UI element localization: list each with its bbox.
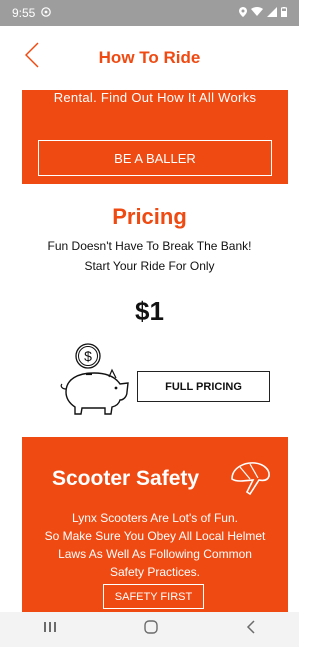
home-icon[interactable]	[143, 619, 159, 640]
back-icon[interactable]	[246, 619, 256, 640]
safety-line: Laws As Well As Following Common	[58, 547, 252, 561]
system-nav-bar	[0, 612, 299, 647]
content-scroll[interactable]: Rental. Find Out How It All Works BE A B…	[0, 90, 299, 612]
piggy-bank-icon: $	[56, 342, 134, 418]
page-title: How To Ride	[98, 48, 201, 67]
wifi-icon	[251, 6, 263, 20]
pricing-subtitle: Fun Doesn't Have To Break The Bank! Star…	[0, 236, 299, 276]
recents-icon[interactable]	[43, 620, 57, 639]
be-a-baller-button[interactable]: BE A BALLER	[38, 140, 272, 176]
full-pricing-button[interactable]: FULL PRICING	[137, 371, 270, 402]
rental-text: Rental. Find Out How It All Works	[53, 90, 257, 105]
safety-text: Lynx Scooters Are Lot's of Fun. So Make …	[22, 509, 288, 581]
price-value: $1	[135, 296, 164, 326]
helmet-icon	[228, 459, 272, 496]
status-bar: 9:55	[0, 0, 299, 26]
status-time: 9:55	[12, 6, 36, 20]
battery-icon	[281, 6, 287, 20]
status-right	[239, 6, 287, 20]
safety-line: Safety Practices.	[109, 565, 201, 579]
pricing-line-2: Start Your Ride For Only	[84, 259, 215, 273]
status-left: 9:55	[12, 6, 52, 20]
pricing-line-1: Fun Doesn't Have To Break The Bank!	[47, 239, 252, 253]
svg-text:$: $	[84, 348, 92, 364]
notification-icon	[41, 6, 52, 20]
app-header: How To Ride	[0, 26, 299, 90]
safety-section: Scooter Safety Lynx Scooters Are Lot's o…	[22, 437, 288, 612]
safety-line: So Make Sure You Obey All Local Helmet	[44, 529, 266, 543]
chevron-left-icon	[24, 41, 39, 75]
safety-line: Lynx Scooters Are Lot's of Fun.	[72, 511, 238, 525]
location-icon	[239, 6, 247, 20]
rental-section: Rental. Find Out How It All Works BE A B…	[22, 90, 288, 184]
safety-first-button[interactable]: SAFETY FIRST	[103, 584, 204, 609]
pricing-title: Pricing	[112, 204, 187, 229]
back-button[interactable]	[18, 40, 46, 76]
safety-title: Scooter Safety	[52, 467, 200, 490]
signal-icon	[267, 6, 277, 20]
